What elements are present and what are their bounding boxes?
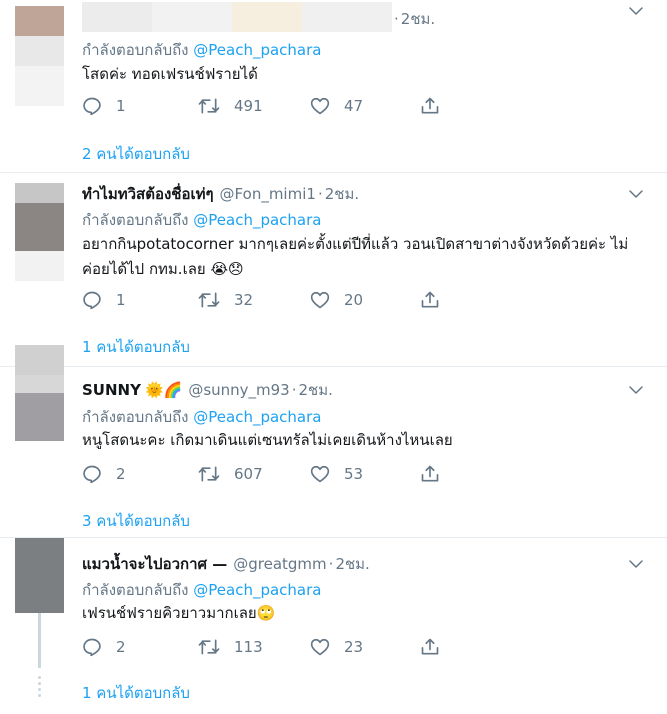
- replying-to: กำลังตอบกลับถึง @Peach_pachara: [82, 408, 322, 426]
- thread-line: [38, 613, 41, 668]
- author-name[interactable]: SUNNY: [82, 381, 141, 399]
- avatar[interactable]: [15, 6, 64, 36]
- replying-to: กำลังตอบกลับถึง @Peach_pachara: [82, 581, 322, 599]
- like-icon: [310, 290, 330, 310]
- retweet-button[interactable]: 113: [198, 636, 310, 658]
- reply-count: 1: [116, 97, 126, 115]
- retweet-button[interactable]: 491: [198, 95, 310, 117]
- tweet-text: โสดค่ะ ทอดเฟรนช์ฟรายได้: [82, 65, 258, 83]
- tweet-time[interactable]: 2ชม.: [325, 182, 359, 206]
- chevron-down-icon[interactable]: [627, 381, 645, 399]
- share-icon: [420, 637, 440, 657]
- author-name[interactable]: ทำไมทวิสต้องชื่อเท่ๆ: [82, 182, 214, 206]
- tweet-4[interactable]: แมวน้ำจะไปอวกาศ — @greatgmm · 2ชม. กำลัง…: [0, 538, 667, 714]
- retweet-icon: [198, 290, 220, 310]
- tweet-actions: 1 491 47: [82, 95, 440, 117]
- tweet-actions: 1 32 20: [82, 289, 440, 311]
- reply-count: 1: [116, 291, 126, 309]
- retweet-button[interactable]: 607: [198, 463, 310, 485]
- retweet-button[interactable]: 32: [198, 289, 310, 311]
- mention-link[interactable]: @Peach_pachara: [193, 581, 321, 599]
- chevron-down-icon[interactable]: [627, 2, 645, 20]
- reply-button[interactable]: 1: [82, 289, 198, 311]
- reply-icon: [82, 637, 102, 657]
- avatar-blur: [15, 393, 64, 441]
- share-button[interactable]: [420, 289, 440, 311]
- chevron-down-icon[interactable]: [627, 185, 645, 203]
- reply-count: 2: [116, 465, 126, 483]
- author-handle[interactable]: @sunny_m93: [188, 381, 289, 399]
- reply-icon: [82, 96, 102, 116]
- show-replies-link[interactable]: 1 คนได้ตอบกลับ: [82, 335, 190, 359]
- mention-link[interactable]: @Peach_pachara: [193, 41, 321, 59]
- reply-button[interactable]: 1: [82, 95, 198, 117]
- reply-button[interactable]: 2: [82, 463, 198, 485]
- share-button[interactable]: [420, 95, 440, 117]
- avatar[interactable]: [15, 538, 64, 613]
- retweet-icon: [198, 637, 220, 657]
- reply-button[interactable]: 2: [82, 636, 198, 658]
- retweet-icon: [198, 464, 220, 484]
- tweet-text: อยากกินpotatocorner มากๆเลยค่ะตั้งแต่ปีท…: [82, 235, 629, 278]
- like-icon: [310, 464, 330, 484]
- name-emoji: 🌞🌈: [144, 381, 183, 399]
- replying-to: กำลังตอบกลับถึง @Peach_pachara: [82, 211, 322, 229]
- like-count: 23: [344, 638, 364, 656]
- tweet-2[interactable]: ทำไมทวิสต้องชื่อเท่ๆ @Fon_mimi1 · 2ชม. ก…: [0, 173, 667, 365]
- tweet-actions: 2 607 53: [82, 463, 440, 485]
- show-replies-link[interactable]: 2 คนได้ตอบกลับ: [82, 142, 190, 166]
- tweet-text: หนูโสดนะคะ เกิดมาเดินแต่เซนทรัลไม่เคยเดิ…: [82, 431, 453, 449]
- reply-count: 2: [116, 638, 126, 656]
- author-name-hidden: [82, 2, 392, 32]
- like-count: 53: [344, 465, 364, 483]
- retweet-count: 113: [234, 638, 263, 656]
- author-handle[interactable]: @Fon_mimi1: [220, 185, 316, 203]
- reply-icon: [82, 290, 102, 310]
- share-button[interactable]: [420, 463, 440, 485]
- replying-to: กำลังตอบกลับถึง @Peach_pachara: [82, 41, 322, 59]
- retweet-count: 607: [234, 465, 263, 483]
- chevron-down-icon[interactable]: [627, 555, 645, 573]
- retweet-icon: [198, 96, 220, 116]
- tweet-1[interactable]: · 2ชม. กำลังตอบกลับถึง @Peach_pachara โส…: [0, 0, 667, 170]
- like-icon: [310, 96, 330, 116]
- retweet-count: 32: [234, 291, 254, 309]
- like-button[interactable]: 47: [310, 95, 420, 117]
- author-name[interactable]: แมวน้ำจะไปอวกาศ —: [82, 552, 227, 576]
- avatar-blur: [15, 375, 64, 393]
- like-count: 20: [344, 291, 364, 309]
- like-count: 47: [344, 97, 364, 115]
- tweet-time[interactable]: 2ชม.: [335, 552, 369, 576]
- author-handle[interactable]: @greatgmm: [233, 555, 326, 573]
- share-icon: [420, 464, 440, 484]
- reply-icon: [82, 464, 102, 484]
- avatar-blur: [15, 66, 64, 106]
- show-replies-link[interactable]: 1 คนได้ตอบกลับ: [82, 681, 190, 705]
- avatar[interactable]: [15, 345, 64, 375]
- mention-link[interactable]: @Peach_pachara: [193, 211, 321, 229]
- like-icon: [310, 637, 330, 657]
- retweet-count: 491: [234, 97, 263, 115]
- avatar-blur: [15, 251, 64, 281]
- thread-dots: [38, 676, 41, 697]
- show-replies-link[interactable]: 3 คนได้ตอบกลับ: [82, 509, 190, 533]
- share-button[interactable]: [420, 636, 440, 658]
- like-button[interactable]: 53: [310, 463, 420, 485]
- avatar-blur: [15, 203, 64, 251]
- tweet-3[interactable]: SUNNY 🌞🌈 @sunny_m93 · 2ชม. กำลังตอบกลับถ…: [0, 345, 667, 535]
- share-icon: [420, 96, 440, 116]
- tweet-time[interactable]: 2ชม.: [401, 7, 435, 31]
- like-button[interactable]: 23: [310, 636, 420, 658]
- like-button[interactable]: 20: [310, 289, 420, 311]
- avatar-blur: [15, 36, 64, 66]
- share-icon: [420, 290, 440, 310]
- tweet-time[interactable]: 2ชม.: [299, 378, 333, 402]
- mention-link[interactable]: @Peach_pachara: [193, 408, 321, 426]
- tweet-actions: 2 113 23: [82, 636, 440, 658]
- tweet-text: เฟรนช์ฟรายคิวยาวมากเลย🙄: [82, 604, 276, 622]
